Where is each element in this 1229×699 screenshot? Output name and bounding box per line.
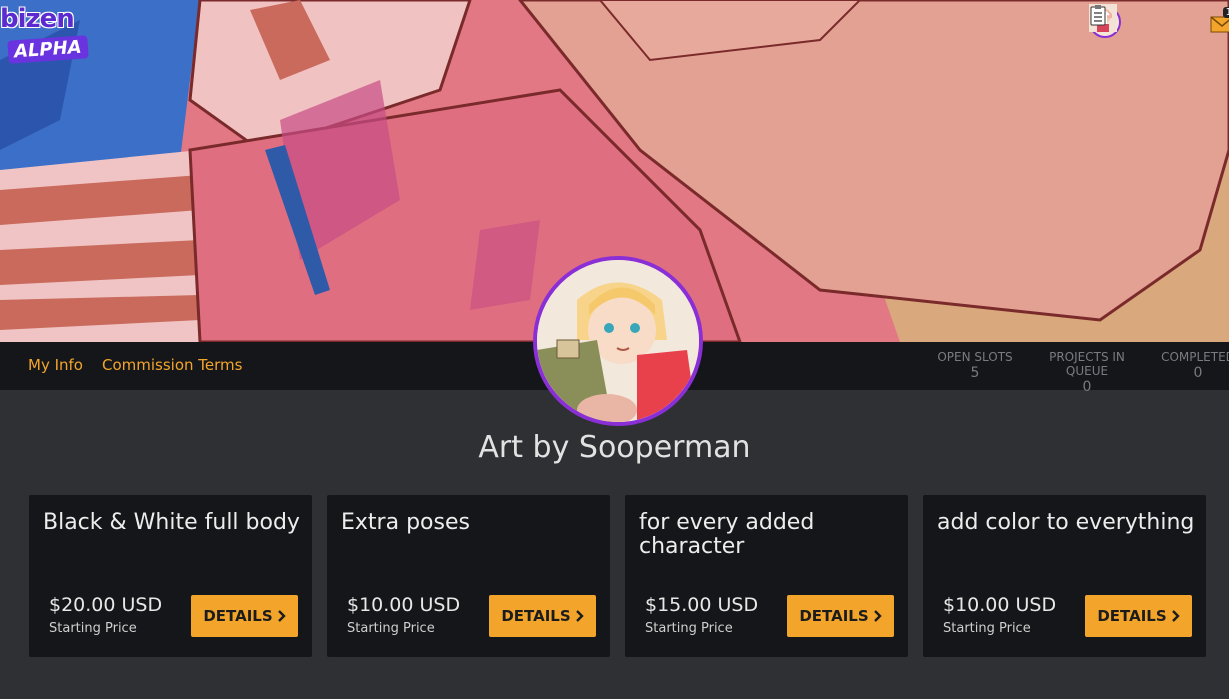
card-price-label: Starting Price bbox=[49, 621, 137, 636]
card-price-label: Starting Price bbox=[347, 621, 435, 636]
logo-wordmark: bizen bbox=[0, 4, 75, 34]
stat-open-slots: OPEN SLOTS 5 bbox=[936, 350, 1014, 381]
chevron-right-icon bbox=[1171, 610, 1180, 622]
card-title: Extra poses bbox=[341, 510, 470, 535]
details-button-label: DETAILS bbox=[203, 607, 273, 625]
details-button-label: DETAILS bbox=[501, 607, 571, 625]
tab-my-info[interactable]: My Info bbox=[28, 356, 83, 374]
details-button[interactable]: DETAILS bbox=[191, 595, 298, 637]
card-title: Black & White full body bbox=[43, 510, 300, 535]
clipboard-icon[interactable] bbox=[1090, 5, 1197, 35]
site-logo[interactable]: bizen ALPHA bbox=[0, 4, 90, 66]
stat-value: 5 bbox=[970, 365, 980, 381]
card-price: $10.00 USD bbox=[943, 594, 1057, 616]
top-navigation: 1 bbox=[1089, 4, 1229, 40]
card-price: $20.00 USD bbox=[49, 594, 163, 616]
stat-label: COMPLETED bbox=[1161, 350, 1229, 364]
stat-completed: COMPLETED 0 bbox=[1160, 350, 1229, 381]
stat-value: 0 bbox=[1082, 379, 1092, 395]
details-button[interactable]: DETAILS bbox=[489, 595, 596, 637]
commission-card: Black & White full body $20.00 USD Start… bbox=[29, 495, 312, 657]
chevron-right-icon bbox=[873, 610, 882, 622]
details-button[interactable]: DETAILS bbox=[1085, 595, 1192, 637]
card-title: add color to everything bbox=[937, 510, 1195, 535]
card-price: $10.00 USD bbox=[347, 594, 461, 616]
profile-avatar-image bbox=[537, 260, 699, 422]
card-title: for every added character bbox=[639, 510, 815, 559]
chevron-right-icon bbox=[277, 610, 286, 622]
card-price: $15.00 USD bbox=[645, 594, 759, 616]
alpha-badge: ALPHA bbox=[7, 35, 89, 64]
stat-projects-in-queue: PROJECTS IN QUEUE 0 bbox=[1028, 350, 1146, 395]
stat-label: PROJECTS IN QUEUE bbox=[1049, 350, 1125, 378]
mail-icon[interactable]: 1 bbox=[1209, 7, 1229, 35]
details-button[interactable]: DETAILS bbox=[787, 595, 894, 637]
details-button-label: DETAILS bbox=[1097, 607, 1167, 625]
stat-label: OPEN SLOTS bbox=[937, 350, 1013, 364]
profile-avatar bbox=[533, 256, 703, 426]
tab-commission-terms[interactable]: Commission Terms bbox=[102, 356, 242, 374]
page-title: Art by Sooperman bbox=[478, 430, 751, 465]
card-price-label: Starting Price bbox=[645, 621, 733, 636]
notification-count-badge: 1 bbox=[1222, 7, 1229, 18]
commission-card: for every added character $15.00 USD Sta… bbox=[625, 495, 908, 657]
commission-card: Extra poses $10.00 USD Starting Price DE… bbox=[327, 495, 610, 657]
home-icon[interactable] bbox=[1090, 5, 1159, 35]
stat-value: 0 bbox=[1193, 365, 1203, 381]
card-price-label: Starting Price bbox=[943, 621, 1031, 636]
details-button-label: DETAILS bbox=[799, 607, 869, 625]
commission-card: add color to everything $10.00 USD Start… bbox=[923, 495, 1206, 657]
chevron-right-icon bbox=[575, 610, 584, 622]
